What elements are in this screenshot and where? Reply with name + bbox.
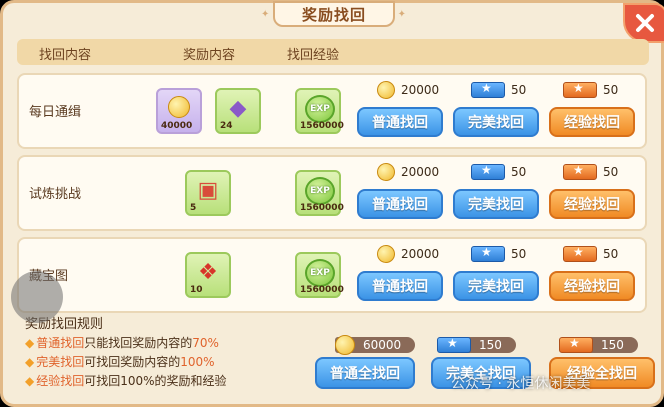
header-reward-content: 奖励内容 [183, 48, 236, 63]
normal-recover-all-button[interactable]: 普通全找回 [315, 357, 415, 389]
exp-icon: EXP [305, 95, 335, 123]
reward-item[interactable]: ◆ 24 [215, 88, 261, 134]
coin-icon [377, 81, 395, 99]
orange-ticket-cost-value: 50 [603, 247, 619, 261]
blue-ticket-icon [471, 163, 505, 180]
panel-title: ✦ 奖励找回 ✦ [261, 1, 406, 27]
diamond-bullet-icon: ◆ [25, 355, 35, 369]
reward-item[interactable]: ❖ 10 [185, 252, 231, 298]
rule-percent: 100% [180, 355, 215, 369]
coin-cost: 20000 [377, 163, 439, 181]
normal-recover-button[interactable]: 普通找回 [357, 189, 443, 219]
header-recovery-content: 找回内容 [39, 48, 92, 63]
gift-box-icon: ❖ [198, 260, 218, 285]
panel-title-text: 奖励找回 [301, 5, 366, 24]
blue-ticket-cost-value: 50 [511, 83, 527, 97]
orange-ticket-icon [563, 81, 597, 98]
table-header: 找回内容 奖励内容 找回经验 [17, 39, 649, 65]
orange-ticket-icon [559, 336, 593, 353]
coin-cost-value: 20000 [401, 247, 440, 261]
item-quantity: 40000 [161, 121, 193, 131]
rule-line: ◆ 经验找回可找回100%的奖励和经验 [25, 372, 227, 389]
blue-ticket-icon [471, 245, 505, 262]
exp-amount: 1560000 [300, 285, 344, 295]
exp-amount: 1560000 [300, 203, 344, 213]
list-item: 试炼挑战 ▣ 5 EXP 1560000 20000 50 50 普通找回 完美… [17, 155, 647, 231]
exp-item[interactable]: EXP 1560000 [295, 252, 344, 298]
row-label: 试炼挑战 [29, 187, 82, 202]
coin-cost-value: 20000 [401, 83, 440, 97]
reward-recovery-panel: ✦ 奖励找回 ✦ 找回内容 奖励内容 找回经验 每日通缉 40000 ◆ 24 … [0, 0, 664, 407]
watermark-text: 公众号 · 永恒休闲美美 [451, 376, 591, 392]
orange-ticket-cost: 50 [563, 81, 618, 99]
row-label: 每日通缉 [29, 105, 82, 120]
total-blue-ticket-cost: 150 [437, 335, 516, 355]
exp-item[interactable]: EXP 1560000 [295, 170, 344, 216]
exp-icon: EXP [305, 177, 335, 205]
coin-icon [377, 245, 395, 263]
crystal-icon: ◆ [229, 96, 247, 121]
floating-joystick[interactable] [11, 271, 63, 323]
rule-highlight: 经验找回 [36, 374, 85, 388]
item-quantity: 5 [190, 203, 197, 213]
item-quantity: 10 [190, 285, 203, 295]
diamond-bullet-icon: ◆ [25, 374, 35, 388]
perfect-recover-button[interactable]: 完美找回 [453, 107, 539, 137]
orange-ticket-cost-value: 50 [603, 83, 619, 97]
coin-cost: 20000 [377, 81, 439, 99]
coin-cost: 20000 [377, 245, 439, 263]
rule-text: 可找回奖励内容的 [84, 355, 181, 369]
total-coin-cost: 60000 [335, 335, 416, 355]
rule-percent: 70% [192, 336, 219, 350]
normal-recover-button[interactable]: 普通找回 [357, 107, 443, 137]
close-button[interactable] [623, 3, 664, 43]
orange-ticket-cost: 50 [563, 163, 618, 181]
blue-ticket-cost: 50 [471, 81, 526, 99]
perfect-recover-button[interactable]: 完美找回 [453, 271, 539, 301]
reward-item[interactable]: 40000 [156, 88, 202, 134]
exp-item[interactable]: EXP 1560000 [295, 88, 344, 134]
blue-ticket-icon [437, 336, 471, 353]
list-item: 藏宝图 ❖ 10 EXP 1560000 20000 50 50 普通找回 完美… [17, 237, 647, 313]
rule-text: 只能找回奖励内容的 [84, 336, 193, 350]
exp-amount: 1560000 [300, 121, 344, 131]
blue-ticket-cost: 50 [471, 245, 526, 263]
coin-icon [158, 96, 200, 124]
coin-cost-value: 20000 [401, 165, 440, 179]
reward-item[interactable]: ▣ 5 [185, 170, 231, 216]
close-icon [636, 14, 654, 32]
rule-text: 可找回100%的奖励和经验 [84, 374, 227, 388]
exp-recover-button[interactable]: 经验找回 [549, 189, 635, 219]
normal-recover-button[interactable]: 普通找回 [357, 271, 443, 301]
total-orange-ticket-cost: 150 [559, 335, 638, 355]
rule-highlight: 完美找回 [36, 355, 85, 369]
title-deco-right-icon: ✦ [397, 9, 407, 20]
rule-highlight: 普通找回 [36, 336, 85, 350]
rule-line: ◆ 普通找回只能找回奖励内容的70% [25, 334, 219, 351]
diamond-bullet-icon: ◆ [25, 336, 35, 350]
exp-recover-button[interactable]: 经验找回 [549, 107, 635, 137]
orange-ticket-icon [563, 163, 597, 180]
coin-icon [335, 335, 355, 355]
blue-ticket-icon [471, 81, 505, 98]
header-recovery-exp: 找回经验 [287, 48, 340, 63]
perfect-recover-button[interactable]: 完美找回 [453, 189, 539, 219]
item-quantity: 24 [220, 121, 233, 131]
coin-icon [377, 163, 395, 181]
orange-ticket-cost: 50 [563, 245, 618, 263]
rule-line: ◆ 完美找回可找回奖励内容的100% [25, 353, 215, 370]
orange-ticket-icon [563, 245, 597, 262]
blue-ticket-cost: 50 [471, 163, 526, 181]
treasure-chest-icon: ▣ [197, 178, 219, 203]
exp-icon: EXP [305, 259, 335, 287]
orange-ticket-cost-value: 50 [603, 165, 619, 179]
title-deco-left-icon: ✦ [261, 9, 271, 20]
exp-recover-button[interactable]: 经验找回 [549, 271, 635, 301]
list-item: 每日通缉 40000 ◆ 24 EXP 1560000 20000 50 50 … [17, 73, 647, 149]
blue-ticket-cost-value: 50 [511, 247, 527, 261]
blue-ticket-cost-value: 50 [511, 165, 527, 179]
